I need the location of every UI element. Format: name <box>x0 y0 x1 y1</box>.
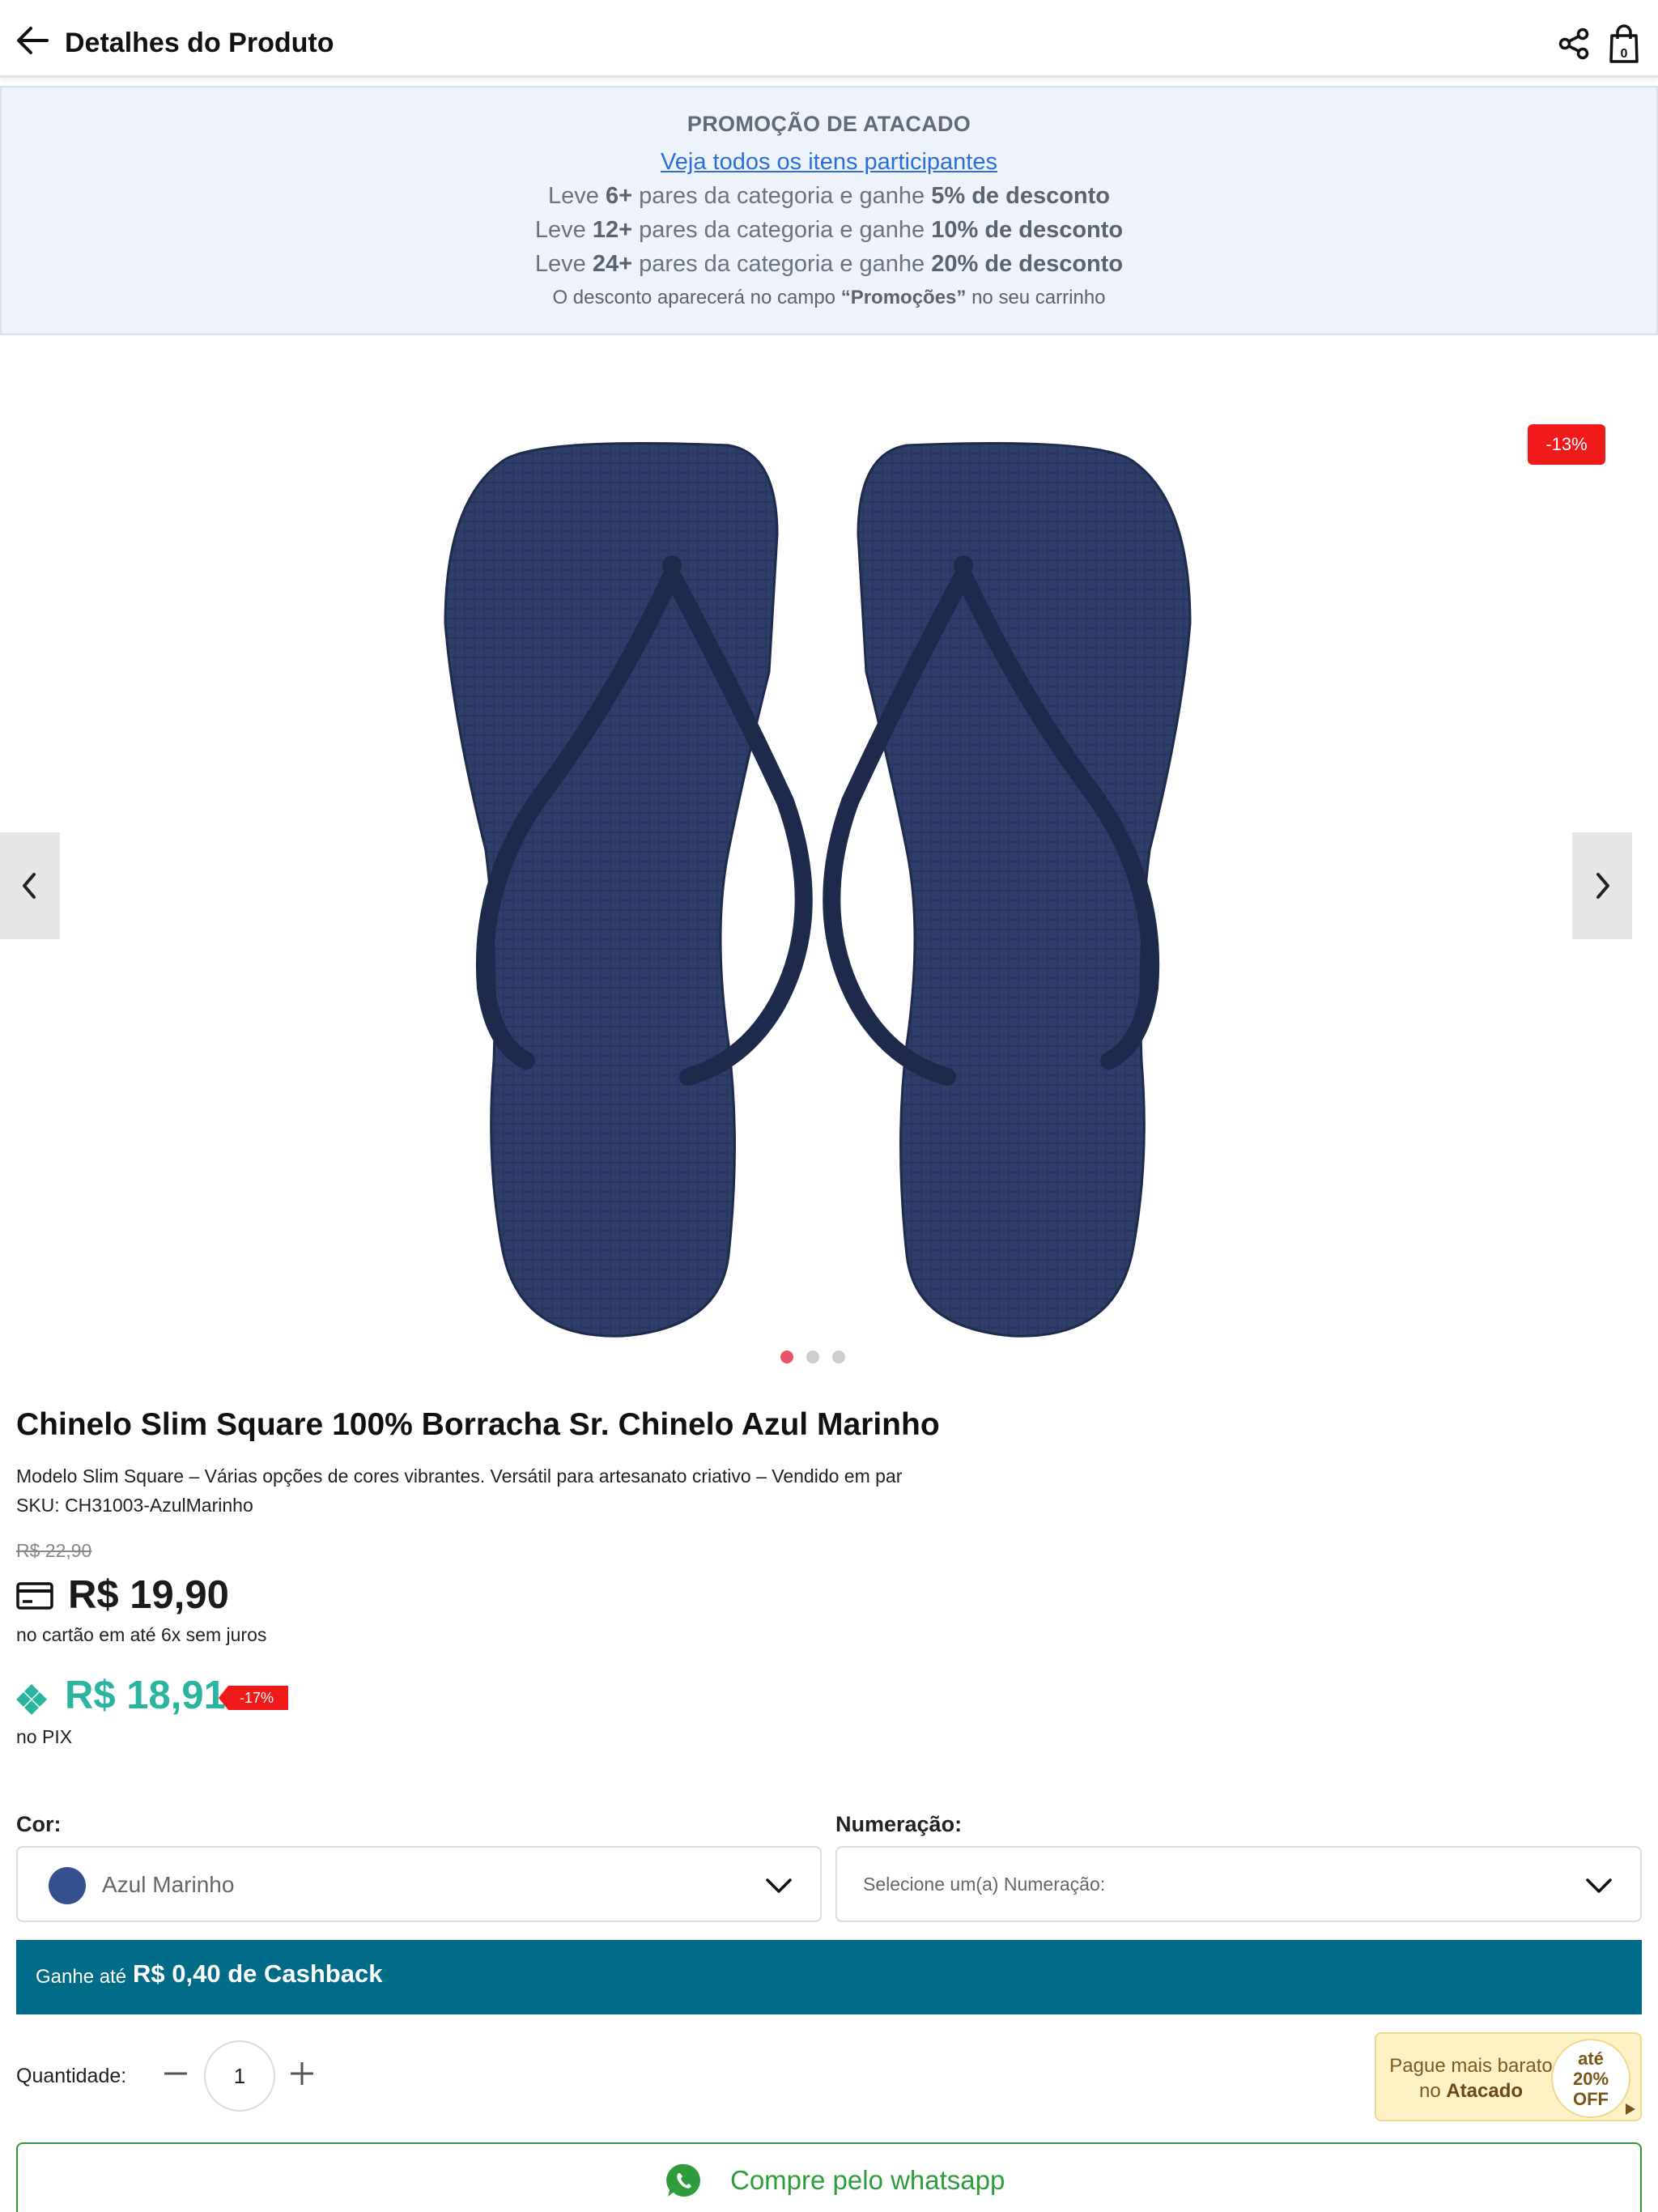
chevron-left-icon <box>23 873 36 899</box>
old-price: R$ 22,90 <box>16 1540 92 1561</box>
tier-qty: 6+ <box>605 183 633 209</box>
card-installment-terms: no cartão em até 6x sem juros <box>16 1624 267 1645</box>
product-sku: SKU: CH31003-AzulMarinho <box>16 1495 253 1516</box>
minus-icon[interactable] <box>162 2060 189 2087</box>
quantity-value[interactable]: 1 <box>204 2040 275 2112</box>
product-name: Chinelo Slim Square 100% Borracha Sr. Ch… <box>16 1407 940 1442</box>
wholesale-discount-circle: até 20% OFF <box>1551 2039 1630 2118</box>
chevron-right-icon <box>1596 873 1609 899</box>
whatsapp-icon <box>666 2163 700 2197</box>
circle-line1: até <box>1578 2048 1604 2069</box>
color-label: Cor: <box>16 1812 62 1836</box>
cashback-banner: Ganhe até R$ 0,40 de Cashback <box>16 1940 1642 2014</box>
pagination-dot[interactable] <box>832 1351 845 1363</box>
shopping-bag-icon[interactable]: 0 <box>1608 24 1640 63</box>
note-prefix: O desconto aparecerá no campo <box>552 287 841 308</box>
credit-card-icon <box>16 1582 53 1610</box>
pix-label: no PIX <box>16 1726 73 1747</box>
size-label: Numeração: <box>835 1812 963 1836</box>
tier-prefix: Leve <box>547 183 606 209</box>
tier-qty: 12+ <box>592 217 633 243</box>
whatsapp-label: Compre pelo whatsapp <box>730 2165 1005 2195</box>
promo-note: O desconto aparecerá no campo “Promoções… <box>2 287 1656 309</box>
promo-participants-link[interactable]: Veja todos os itens participantes <box>2 149 1656 176</box>
whatsapp-buy-button[interactable]: Compre pelo whatsapp <box>16 2142 1642 2212</box>
tier-discount: 10% de desconto <box>931 217 1124 243</box>
color-select-value: Azul Marinho <box>102 1872 235 1897</box>
color-select[interactable]: Azul Marinho <box>16 1846 822 1922</box>
size-select[interactable]: Selecione um(a) Numeração: <box>835 1846 1642 1922</box>
tier-prefix: Leve <box>534 217 593 243</box>
promo-tier: Leve 12+ pares da categoria e ganhe 10% … <box>2 217 1656 244</box>
quantity-label: Quantidade: <box>16 2065 127 2087</box>
plus-icon[interactable] <box>288 2060 316 2087</box>
card-price: R$ 19,90 <box>68 1573 229 1617</box>
note-suffix: no seu carrinho <box>966 287 1106 308</box>
wholesale-line1: Pague mais barato <box>1389 2055 1553 2077</box>
wholesale-line2: no Atacado <box>1386 2078 1556 2104</box>
pagination-dot[interactable] <box>806 1351 819 1363</box>
circle-line3: OFF <box>1573 2089 1609 2109</box>
tier-middle: pares da categoria e ganhe <box>632 183 932 209</box>
promo-tier: Leve 24+ pares da categoria e ganhe 20% … <box>2 251 1656 278</box>
product-description: Modelo Slim Square – Várias opções de co… <box>16 1465 903 1487</box>
tier-discount: 20% de desconto <box>931 251 1124 277</box>
promo-tier: Leve 6+ pares da categoria e ganhe 5% de… <box>2 183 1656 210</box>
tier-discount: 5% de desconto <box>931 183 1111 209</box>
back-arrow-icon[interactable] <box>15 24 50 57</box>
play-triangle-icon <box>1626 2104 1635 2115</box>
cashback-prefix: Ganhe até <box>36 1966 127 1988</box>
pix-discount-badge: -17% <box>219 1686 288 1710</box>
chevron-down-icon <box>1586 1878 1612 1893</box>
page-title: Detalhes do Produto <box>65 28 334 58</box>
discount-badge: -13% <box>1528 424 1605 465</box>
gallery-prev-button[interactable] <box>0 832 60 939</box>
pix-price: R$ 18,91 <box>65 1674 226 1717</box>
share-icon[interactable] <box>1558 28 1590 60</box>
gallery-next-button[interactable] <box>1572 832 1632 939</box>
wholesale-text: Pague mais barato no Atacado <box>1386 2053 1556 2104</box>
product-image <box>444 442 1192 1338</box>
wholesale-line2-bold: Atacado <box>1446 2080 1524 2102</box>
cashback-amount: R$ 0,40 de Cashback <box>133 1959 383 1988</box>
wholesale-badge[interactable]: Pague mais barato no Atacado até 20% OFF <box>1375 2032 1642 2121</box>
size-select-placeholder: Selecione um(a) Numeração: <box>863 1874 1106 1895</box>
pagination-dot-active[interactable] <box>780 1351 793 1363</box>
tier-middle: pares da categoria e ganhe <box>632 251 932 277</box>
tier-middle: pares da categoria e ganhe <box>632 217 932 243</box>
wholesale-promo-banner: PROMOÇÃO DE ATACADO Veja todos os itens … <box>0 86 1658 335</box>
top-app-bar: Detalhes do Produto 0 <box>0 0 1658 78</box>
note-field: “Promoções” <box>840 287 967 308</box>
circle-line2: 20% <box>1572 2069 1609 2089</box>
wholesale-line2-prefix: no <box>1418 2080 1447 2102</box>
color-swatch <box>49 1867 86 1904</box>
promo-title: PROMOÇÃO DE ATACADO <box>687 112 971 136</box>
tier-qty: 24+ <box>592 251 633 277</box>
pix-icon <box>16 1684 47 1715</box>
svg-text:0: 0 <box>1621 47 1628 61</box>
tier-prefix: Leve <box>534 251 593 277</box>
chevron-down-icon <box>766 1878 792 1893</box>
